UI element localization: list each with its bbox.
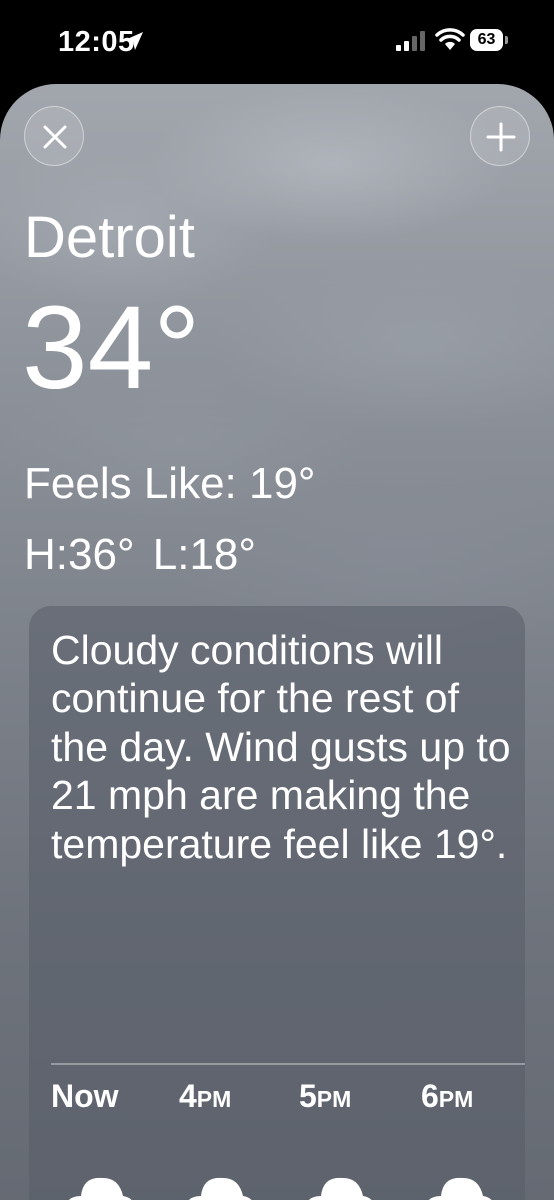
current-temperature: 34° bbox=[22, 282, 201, 414]
location-arrow-icon bbox=[125, 32, 143, 50]
hour-suffix: PM bbox=[438, 1086, 474, 1112]
hour-number: 5 bbox=[299, 1078, 317, 1114]
hour-suffix: PM bbox=[316, 1086, 352, 1112]
hour-label-4pm: 4PM bbox=[179, 1078, 231, 1115]
cloud-icon bbox=[69, 1177, 132, 1200]
cloud-icon bbox=[429, 1177, 492, 1200]
close-icon bbox=[43, 125, 67, 149]
battery-icon: 63 bbox=[470, 29, 510, 53]
add-button[interactable] bbox=[470, 106, 530, 166]
hour-suffix: PM bbox=[196, 1086, 232, 1112]
divider bbox=[51, 1063, 525, 1065]
cloud-icon bbox=[309, 1177, 372, 1200]
battery-tip bbox=[505, 36, 508, 44]
hour-label-now: Now bbox=[51, 1078, 119, 1115]
city-name: Detroit bbox=[24, 205, 195, 270]
weather-sheet: Detroit 34° Feels Like: 19° H:36° L:18° … bbox=[0, 84, 554, 1200]
forecast-summary: Cloudy conditions will continue for the … bbox=[51, 627, 511, 867]
hour-label-6pm: 6PM bbox=[421, 1078, 473, 1115]
plus-icon bbox=[486, 122, 516, 152]
close-button[interactable] bbox=[24, 106, 84, 166]
status-bar: 12:05 63 bbox=[0, 0, 554, 84]
hour-number: 4 bbox=[179, 1078, 197, 1114]
hour-number: 6 bbox=[421, 1078, 439, 1114]
cloud-icon bbox=[189, 1177, 252, 1200]
hourly-forecast-card: Cloudy conditions will continue for the … bbox=[29, 606, 525, 1200]
high-low: H:36° L:18° bbox=[24, 530, 256, 579]
battery-level: 63 bbox=[470, 29, 503, 51]
wifi-icon bbox=[435, 28, 465, 50]
hour-label-5pm: 5PM bbox=[299, 1078, 351, 1115]
hour-number: Now bbox=[51, 1078, 119, 1114]
feels-like: Feels Like: 19° bbox=[24, 459, 316, 508]
cellular-signal-icon bbox=[396, 31, 425, 51]
